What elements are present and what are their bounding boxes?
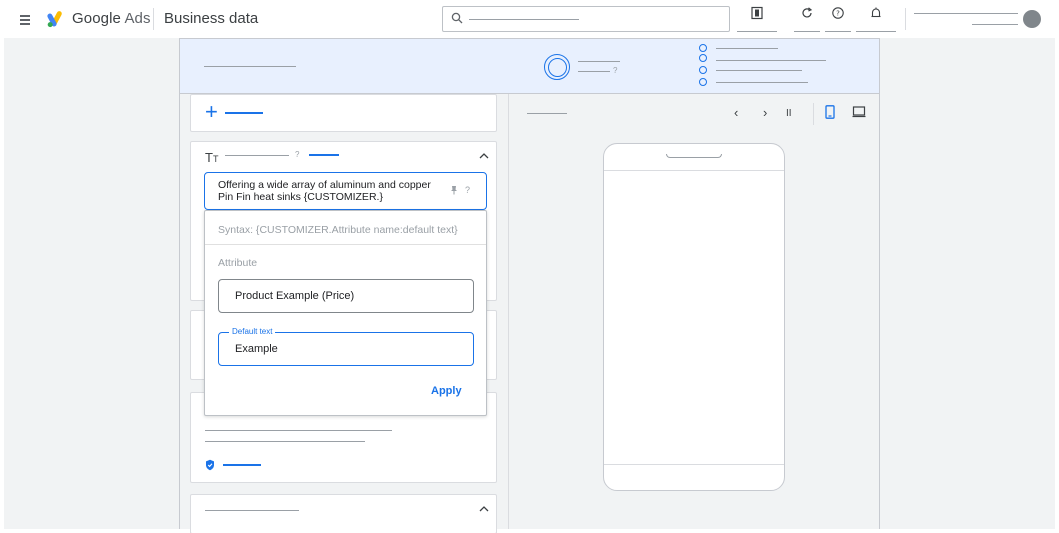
notifications-underline <box>856 31 896 32</box>
svg-text:?: ? <box>836 10 840 18</box>
legend-dot-2 <box>699 54 707 62</box>
attribute-label: Attribute <box>218 257 258 269</box>
legend-line-4 <box>716 82 808 83</box>
app-root: Google Ads Business data ? ? + TT ? Offe… <box>0 0 1059 533</box>
business-line-1 <box>205 430 392 431</box>
add-label-placeholder[interactable] <box>225 112 263 114</box>
pause-icon[interactable]: II <box>786 108 792 119</box>
collapsed-card <box>190 494 497 533</box>
search-icon <box>451 12 463 24</box>
desktop-icon[interactable] <box>852 106 866 118</box>
headline-help-icon[interactable]: ? <box>295 150 299 159</box>
progress-ring-icon <box>544 54 570 80</box>
headline-link-placeholder[interactable] <box>309 154 339 156</box>
default-text-value[interactable]: Example <box>235 343 278 355</box>
business-link-placeholder[interactable] <box>223 464 261 466</box>
customizer-popup: Syntax: {CUSTOMIZER.Attribute name:defau… <box>204 210 487 416</box>
menu-icon[interactable] <box>18 12 34 26</box>
legend-dot-4 <box>699 78 707 86</box>
legend-line-1 <box>716 48 778 49</box>
notifications-button[interactable] <box>856 6 896 32</box>
add-icon[interactable]: + <box>205 101 218 123</box>
refresh-icon <box>802 7 813 18</box>
preview-divider <box>813 103 814 125</box>
headline-input[interactable]: Offering a wide array of aluminum and co… <box>204 172 487 210</box>
default-text-label: Default text <box>229 327 276 336</box>
legend-dot-3 <box>699 66 707 74</box>
search-input[interactable] <box>442 6 730 32</box>
chevron-up-icon[interactable] <box>478 152 490 160</box>
shield-icon <box>206 459 214 471</box>
phone-bottom-divider <box>604 464 784 465</box>
default-text-field[interactable]: Default text Example <box>218 327 474 366</box>
reports-underline <box>737 31 777 32</box>
attribute-select[interactable]: Product Example (Price) <box>218 279 474 313</box>
preview-title-placeholder <box>527 113 567 114</box>
ad-preview-panel: ‹ › II <box>508 94 879 529</box>
top-bar: Google Ads Business data ? <box>0 0 1059 38</box>
headline-input-help-icon[interactable]: ? <box>465 185 470 195</box>
legend-line-3 <box>716 70 802 71</box>
chevron-left-icon[interactable]: ‹ <box>734 105 738 120</box>
chevron-up-icon[interactable] <box>478 505 490 513</box>
apply-button[interactable]: Apply <box>431 385 462 397</box>
progress-label-placeholder <box>578 61 620 62</box>
headline-input-value[interactable]: Offering a wide array of aluminum and co… <box>218 179 443 203</box>
banner-title-placeholder <box>204 66 296 67</box>
progress-sub-placeholder <box>578 71 610 72</box>
reports-icon <box>751 6 763 20</box>
avatar[interactable] <box>1023 10 1041 28</box>
chevron-right-icon[interactable]: › <box>763 105 767 120</box>
business-line-2 <box>205 441 365 442</box>
brand-ads: Ads <box>124 10 151 27</box>
popup-divider <box>205 244 486 245</box>
syntax-hint: Syntax: {CUSTOMIZER.Attribute name:defau… <box>218 224 458 236</box>
brand-name: Google Ads <box>72 10 151 27</box>
phone-notch <box>666 154 722 158</box>
mobile-icon[interactable] <box>825 105 835 119</box>
brand-divider <box>153 8 154 30</box>
text-format-icon: TT <box>205 150 219 165</box>
help-button[interactable]: ? <box>818 6 858 32</box>
phone-top-divider <box>604 170 784 171</box>
phone-preview <box>603 143 785 491</box>
help-underline <box>825 31 851 32</box>
notifications-icon <box>871 7 881 18</box>
page-title: Business data <box>164 10 259 27</box>
attribute-value[interactable]: Product Example (Price) <box>235 290 354 302</box>
account-id-placeholder <box>972 24 1018 25</box>
legend-line-2 <box>716 60 826 61</box>
account-name-placeholder <box>914 13 1018 14</box>
account-divider <box>905 8 906 30</box>
reports-button[interactable] <box>737 6 777 32</box>
add-card: + <box>190 94 497 132</box>
progress-help-icon[interactable]: ? <box>613 66 617 75</box>
legend-dot-1 <box>699 44 707 52</box>
search-placeholder <box>469 19 579 20</box>
google-ads-logo[interactable] <box>46 9 66 29</box>
refresh-underline <box>794 31 820 32</box>
headline-label-placeholder <box>225 155 289 156</box>
pin-icon[interactable] <box>450 185 458 195</box>
collapsed-label-placeholder <box>205 510 299 511</box>
brand-google: Google <box>72 10 121 27</box>
help-icon: ? <box>832 7 844 19</box>
progress-banner: ? <box>179 38 880 94</box>
